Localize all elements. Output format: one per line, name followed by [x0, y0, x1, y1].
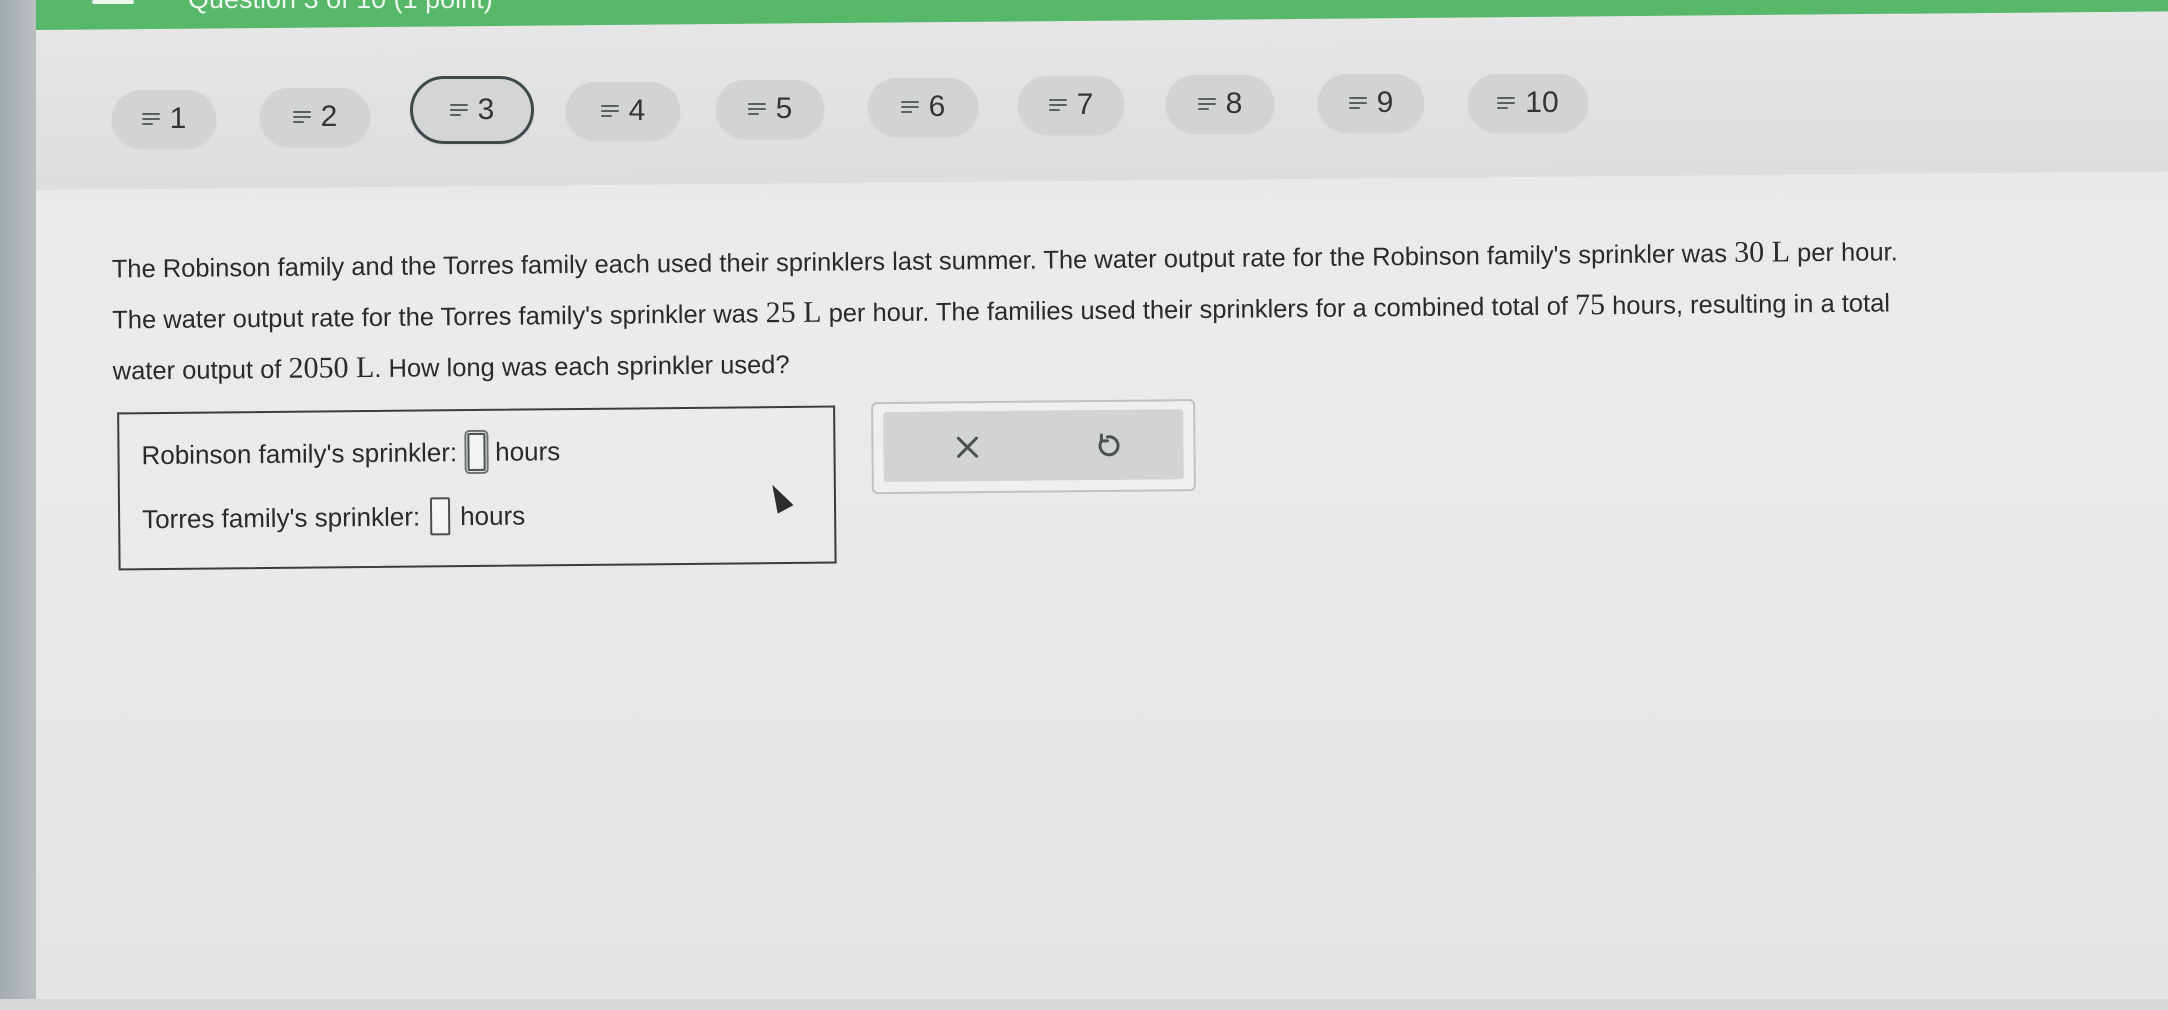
robinson-hours-input[interactable] [463, 429, 489, 475]
robinson-rate: 30 L [1733, 235, 1791, 269]
question-text-part: per hour. [1789, 238, 1898, 268]
torres-unit: hours [459, 500, 526, 531]
torres-hours-input[interactable] [429, 497, 451, 536]
robinson-label: Robinson family's sprinkler: [141, 436, 458, 470]
answer-actions-card [871, 399, 1196, 495]
torres-rate: 25 L [765, 295, 822, 330]
question-text-part: hours, resulting in a total [1604, 289, 1891, 321]
torres-label: Torres family's sprinkler: [141, 501, 421, 534]
x-icon [956, 436, 979, 458]
answer-actions-panel [883, 409, 1184, 483]
question-text-part: water output of [112, 355, 289, 386]
menu-icon[interactable] [92, 0, 134, 4]
question-text-part: The Robinson family and the Torres famil… [111, 239, 1735, 284]
question-text-part: The water output rate for the Torres fam… [112, 300, 766, 335]
question-text: The Robinson family and the Torres famil… [111, 224, 2152, 397]
robinson-answer-row: Robinson family's sprinkler: hours [141, 429, 561, 475]
answer-box: Robinson family's sprinkler: hours Torre… [117, 405, 837, 571]
clear-button[interactable] [945, 425, 989, 469]
undo-icon [1098, 433, 1120, 457]
main-content: The Robinson family and the Torres famil… [0, 0, 2168, 1010]
undo-button[interactable] [1085, 424, 1129, 468]
question-text-part: per hour. The families used their sprink… [821, 292, 1576, 328]
total-output: 2050 L [288, 350, 375, 385]
total-hours: 75 [1574, 288, 1606, 322]
question-text-part: . How long was each sprinkler used? [374, 350, 790, 383]
robinson-unit: hours [495, 435, 561, 467]
torres-answer-row: Torres family's sprinkler: hours [142, 497, 525, 539]
